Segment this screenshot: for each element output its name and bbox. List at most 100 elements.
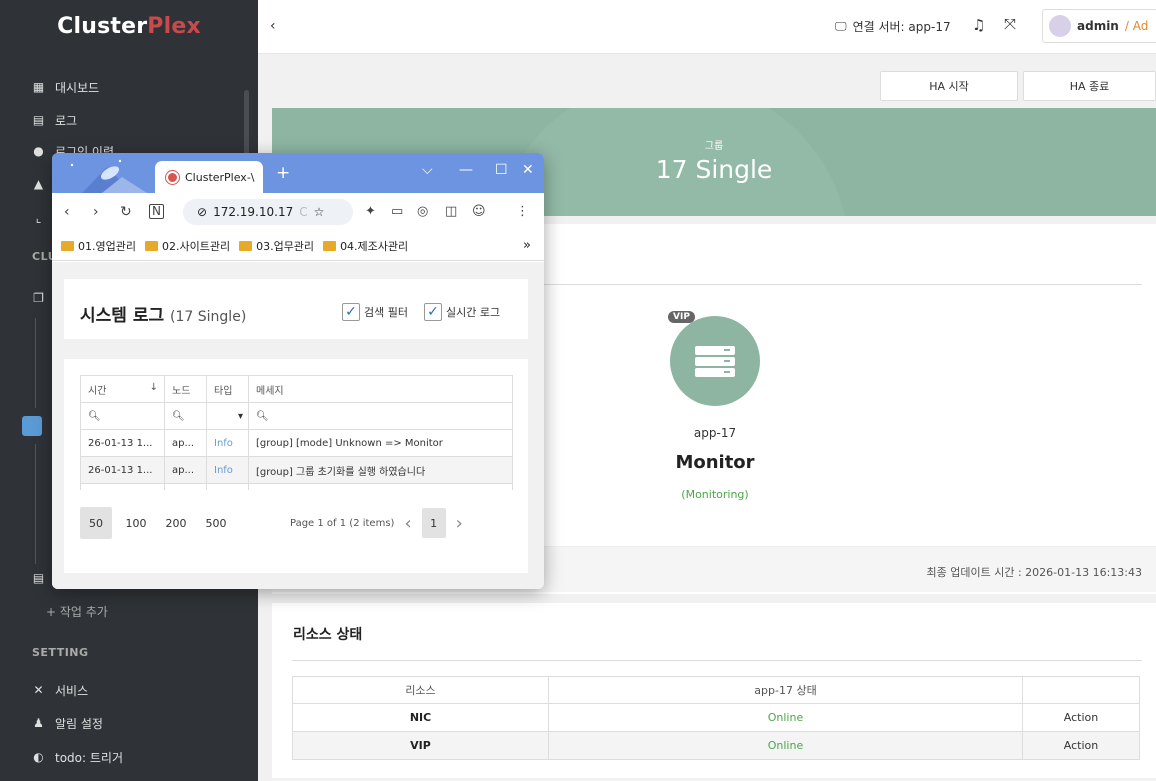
sort-down-icon[interactable]: ↓: [150, 382, 158, 393]
column-header-node[interactable]: 노드: [164, 375, 207, 403]
minimize-button[interactable]: —: [459, 162, 473, 178]
page-info: Page 1 of 1 (2 items): [290, 517, 395, 529]
menu-icon[interactable]: ⋮: [516, 204, 529, 219]
bookmark-folder[interactable]: 02.사이트관리: [144, 238, 231, 254]
close-button[interactable]: ✕: [522, 162, 534, 178]
prev-page-icon[interactable]: ‹: [404, 513, 411, 534]
address-bar[interactable]: ⊘ 172.19.10.17 C ☆: [183, 199, 353, 225]
log-type: Info: [206, 429, 249, 457]
file-icon: ▤: [32, 113, 45, 127]
page-size-50[interactable]: 50: [80, 507, 112, 539]
favicon-icon: [166, 170, 179, 184]
folder-icon: [323, 240, 337, 251]
last-updated: 최종 업데이트 시간 : 2026-01-13 16:13:43: [926, 566, 1142, 579]
sidebar-section-setting: SETTING: [32, 646, 89, 659]
maximize-button[interactable]: ☐: [495, 162, 508, 178]
column-header-message[interactable]: 메세지: [248, 375, 513, 403]
realtime-log-checkbox[interactable]: ✓ 실시간 로그: [424, 303, 500, 321]
sidebar-item-service[interactable]: ✕ 서비스: [32, 682, 88, 699]
monitor-icon: 🖵: [835, 19, 847, 33]
next-page-icon[interactable]: ›: [456, 513, 463, 534]
back-button[interactable]: ‹: [270, 18, 276, 34]
checkbox-label: 실시간 로그: [446, 306, 501, 319]
sidebar-item-log[interactable]: ▤ 로그: [32, 112, 77, 129]
bookmark-folder[interactable]: 04.제조사관리: [323, 238, 408, 254]
new-tab-button[interactable]: +: [276, 163, 290, 183]
page-size-200[interactable]: 200: [160, 507, 192, 539]
time-filter-search-icon[interactable]: 🔍︎: [80, 402, 165, 430]
url-text: 172.19.10.17: [213, 205, 294, 219]
add-job-link[interactable]: + 작업 추가: [46, 603, 108, 620]
browser-tab[interactable]: ClusterPlex-\: [155, 161, 263, 193]
message-filter-search-icon[interactable]: 🔍︎: [248, 402, 513, 430]
table-row[interactable]: 26-01-13 1... ap... Info [group] 그룹 초기화를…: [80, 456, 513, 484]
popup-page: 시스템 로그 (17 Single) ✓ 검색 필터 ✓ 실시간 로그 시간 ↓ …: [52, 262, 544, 589]
reload-icon[interactable]: ↻: [120, 204, 132, 220]
server-indicator[interactable]: 🖵 연결 서버: app-17: [835, 18, 951, 35]
notion-icon[interactable]: N: [149, 204, 164, 219]
bookmark-label: 01.영업관리: [78, 239, 136, 253]
type-filter-dropdown-icon[interactable]: ▾: [206, 402, 249, 430]
ha-stop-button[interactable]: HA 종료: [1023, 71, 1156, 101]
sidebar-item-group-active[interactable]: [22, 416, 42, 436]
column-header: 리소스: [292, 676, 549, 704]
sidebar-item-cluster[interactable]: ❐: [32, 292, 45, 305]
avatar: [1049, 15, 1071, 37]
log-type: Info: [206, 456, 249, 484]
theme-art: [70, 159, 147, 193]
profile-icon[interactable]: ☺: [472, 204, 486, 219]
page-size-500[interactable]: 500: [200, 507, 232, 539]
bookmark-star-icon[interactable]: ☆: [314, 205, 325, 219]
server-label: 연결 서버: app-17: [852, 20, 951, 34]
sidebar-item-dashboard[interactable]: ▦ 대시보드: [32, 79, 99, 96]
search-filter-checkbox[interactable]: ✓ 검색 필터: [342, 303, 408, 321]
tab-title: ClusterPlex-\: [185, 170, 255, 184]
sidebar-item-trigger[interactable]: ◐ todo: 트리거: [32, 749, 123, 766]
table-row[interactable]: 26-01-13 1... ap... Info [group] [mode] …: [80, 429, 513, 457]
bookmark-folder[interactable]: 01.영업관리: [61, 238, 136, 254]
sidebar-item-alert-settings[interactable]: ♟ 알림 설정: [32, 715, 103, 732]
page-size-100[interactable]: 100: [120, 507, 152, 539]
column-header-time[interactable]: 시간 ↓: [80, 375, 165, 403]
back-icon[interactable]: ‹: [64, 204, 70, 220]
forward-icon[interactable]: ›: [93, 204, 99, 220]
resource-name: VIP: [292, 731, 549, 760]
bell-icon: ♟: [33, 716, 44, 730]
sidebar-item-jobs[interactable]: ▤: [32, 572, 45, 585]
action-link[interactable]: Action: [1022, 703, 1140, 732]
screenshot-icon[interactable]: ◎: [417, 204, 428, 219]
resource-status: Online: [548, 703, 1023, 732]
sidebar-item-alert[interactable]: ▲: [32, 178, 45, 191]
folder-icon: [22, 416, 42, 436]
notification-bell-icon[interactable]: ♫: [972, 16, 985, 34]
bookmark-folder[interactable]: 03.업무관리: [239, 238, 314, 254]
server-icon[interactable]: [670, 316, 760, 406]
node-state: Monitor: [675, 452, 755, 473]
folder-icon: [239, 240, 253, 251]
pager: 50 100 200 500 Page 1 of 1 (2 items) ‹ 1…: [80, 505, 513, 541]
node-name: app-17: [693, 426, 737, 440]
bookmarks-overflow[interactable]: »: [523, 238, 531, 253]
ha-start-button[interactable]: HA 시작: [880, 71, 1018, 101]
user-role: / Ad: [1124, 19, 1149, 33]
bookmark-label: 02.사이트관리: [161, 239, 231, 253]
sidepanel-icon[interactable]: ◫: [445, 204, 457, 219]
brand-logo[interactable]: Cluster Plex: [0, 0, 258, 52]
action-link[interactable]: Action: [1022, 731, 1140, 760]
tools-icon: ✕: [33, 683, 44, 697]
fullscreen-icon[interactable]: ⤧: [1004, 15, 1016, 33]
log-node: ap...: [164, 456, 207, 484]
sidebar-item-chart[interactable]: ⌞: [32, 212, 45, 225]
cast-icon[interactable]: ▭: [391, 204, 403, 219]
node-filter-search-icon[interactable]: 🔍︎: [164, 402, 207, 430]
user-menu[interactable]: admin / Ad: [1042, 9, 1156, 43]
bookmarks-bar: 01.영업관리 02.사이트관리 03.업무관리 04.제조사관리 »: [52, 231, 544, 261]
checkmark-icon: ✓: [424, 303, 442, 321]
log-time: 26-01-13 1...: [80, 456, 165, 484]
page-number[interactable]: 1: [421, 508, 446, 538]
log-node: ap...: [164, 429, 207, 457]
extension-icon[interactable]: ✦: [365, 204, 376, 219]
tab-search-icon[interactable]: ⌵: [422, 162, 433, 178]
column-header-type[interactable]: 타입: [206, 375, 249, 403]
node-substate: (Monitoring): [681, 488, 749, 501]
